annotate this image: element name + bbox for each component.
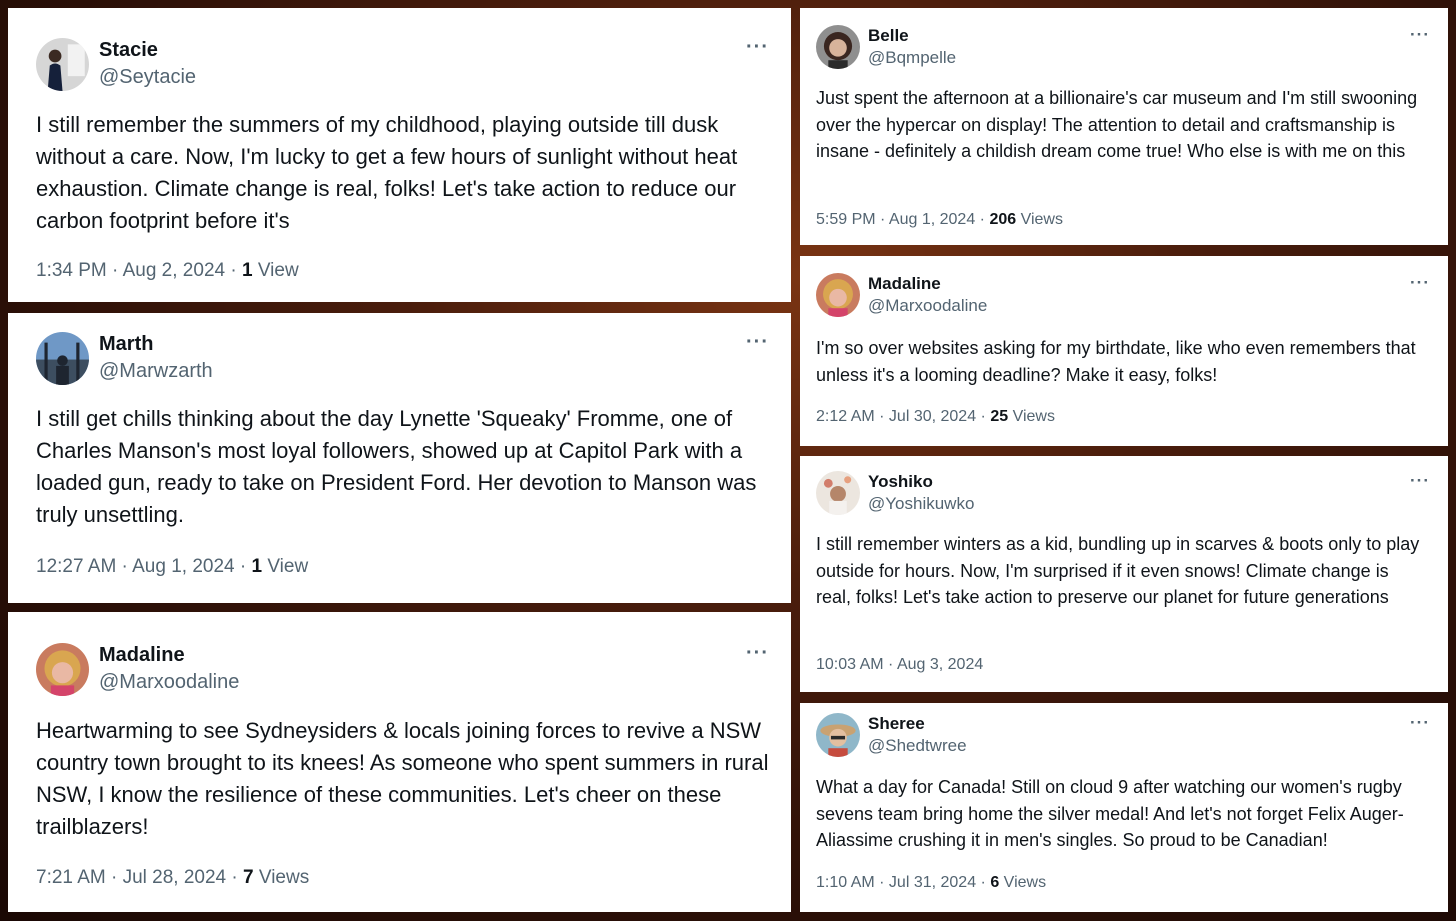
views-label: View [252, 260, 299, 281]
post-meta: 10:03 AM · Aug 3, 2024 [816, 656, 983, 674]
post-meta: 7:21 AM · Jul 28, 2024 · 7 Views [36, 867, 309, 889]
post-timestamp[interactable]: 7:21 AM · Jul 28, 2024 · [36, 867, 243, 888]
post-meta: 2:12 AM · Jul 30, 2024 · 25 Views [816, 408, 1055, 426]
user-handle[interactable]: @Bqmpelle [868, 47, 956, 69]
avatar[interactable] [816, 713, 860, 757]
post-card[interactable]: Stacie @Seytacie ··· I still remember th… [8, 8, 791, 302]
user-handle[interactable]: @Shedtwree [868, 735, 967, 757]
post-text: Just spent the afternoon at a billionair… [816, 88, 1418, 161]
post-card[interactable]: Sheree @Shedtwree ··· What a day for Can… [800, 703, 1448, 912]
views-label: Views [999, 874, 1047, 891]
user-handle[interactable]: @Marxoodaline [868, 295, 987, 317]
views-label: Views [1008, 408, 1055, 425]
post-text: I still remember winters as a kid, bundl… [816, 534, 1420, 607]
views-label: View [262, 556, 309, 577]
display-name[interactable]: Madaline [868, 273, 987, 295]
display-name[interactable]: Madaline [99, 642, 239, 669]
post-card[interactable]: Madaline @Marxoodaline ··· Heartwarming … [8, 612, 791, 912]
post-text: What a day for Canada! Still on cloud 9 … [816, 777, 1404, 850]
view-count: 6 [990, 874, 1000, 891]
post-timestamp[interactable]: 1:34 PM · Aug 2, 2024 · [36, 260, 242, 281]
avatar[interactable] [816, 471, 860, 515]
user-handle[interactable]: @Marwzarth [99, 358, 213, 385]
view-count: 25 [990, 408, 1009, 425]
post-text: I'm so over websites asking for my birth… [816, 338, 1416, 385]
post-meta: 5:59 PM · Aug 1, 2024 · 206 Views [816, 211, 1063, 229]
view-count: 206 [989, 211, 1017, 228]
post-text: I still remember the summers of my child… [36, 112, 738, 233]
display-name[interactable]: Sheree [868, 713, 967, 735]
more-options-icon[interactable]: ··· [746, 36, 769, 59]
display-name[interactable]: Stacie [99, 37, 196, 64]
post-meta: 1:10 AM · Jul 31, 2024 · 6 Views [816, 874, 1046, 892]
avatar[interactable] [36, 642, 89, 696]
avatar[interactable] [816, 273, 860, 317]
more-options-icon[interactable]: ··· [1410, 273, 1430, 293]
post-timestamp[interactable]: 10:03 AM · Aug 3, 2024 [816, 656, 983, 673]
post-card[interactable]: Yoshiko @Yoshikuwko ··· I still remember… [800, 456, 1448, 692]
post-text: Heartwarming to see Sydneysiders & local… [36, 718, 769, 839]
post-timestamp[interactable]: 5:59 PM · Aug 1, 2024 · [816, 211, 989, 228]
post-timestamp[interactable]: 1:10 AM · Jul 31, 2024 · [816, 874, 990, 891]
display-name[interactable]: Belle [868, 25, 956, 47]
post-card[interactable]: Madaline @Marxoodaline ··· I'm so over w… [800, 256, 1448, 446]
more-options-icon[interactable]: ··· [746, 642, 769, 665]
more-options-icon[interactable]: ··· [1410, 25, 1430, 45]
avatar[interactable] [36, 37, 89, 91]
avatar[interactable] [816, 25, 860, 69]
post-card[interactable]: Belle @Bqmpelle ··· Just spent the after… [800, 8, 1448, 245]
post-timestamp[interactable]: 12:27 AM · Aug 1, 2024 · [36, 556, 251, 577]
views-label: Views [1016, 211, 1063, 228]
more-options-icon[interactable]: ··· [1410, 713, 1430, 733]
view-count: 1 [241, 260, 253, 281]
post-card[interactable]: Marth @Marwzarth ··· I still get chills … [8, 313, 791, 603]
user-handle[interactable]: @Seytacie [99, 64, 196, 91]
user-handle[interactable]: @Yoshikuwko [868, 493, 974, 515]
avatar[interactable] [36, 331, 89, 385]
user-handle[interactable]: @Marxoodaline [99, 669, 239, 696]
views-label: Views [253, 867, 310, 888]
post-meta: 12:27 AM · Aug 1, 2024 · 1 View [36, 556, 308, 578]
view-count: 7 [243, 867, 254, 888]
post-timestamp[interactable]: 2:12 AM · Jul 30, 2024 · [816, 408, 990, 425]
post-text: I still get chills thinking about the da… [36, 406, 757, 527]
more-options-icon[interactable]: ··· [746, 331, 769, 354]
post-meta: 1:34 PM · Aug 2, 2024 · 1 View [36, 260, 299, 282]
more-options-icon[interactable]: ··· [1410, 471, 1430, 491]
display-name[interactable]: Marth [99, 331, 213, 358]
display-name[interactable]: Yoshiko [868, 471, 974, 493]
view-count: 1 [251, 556, 263, 577]
